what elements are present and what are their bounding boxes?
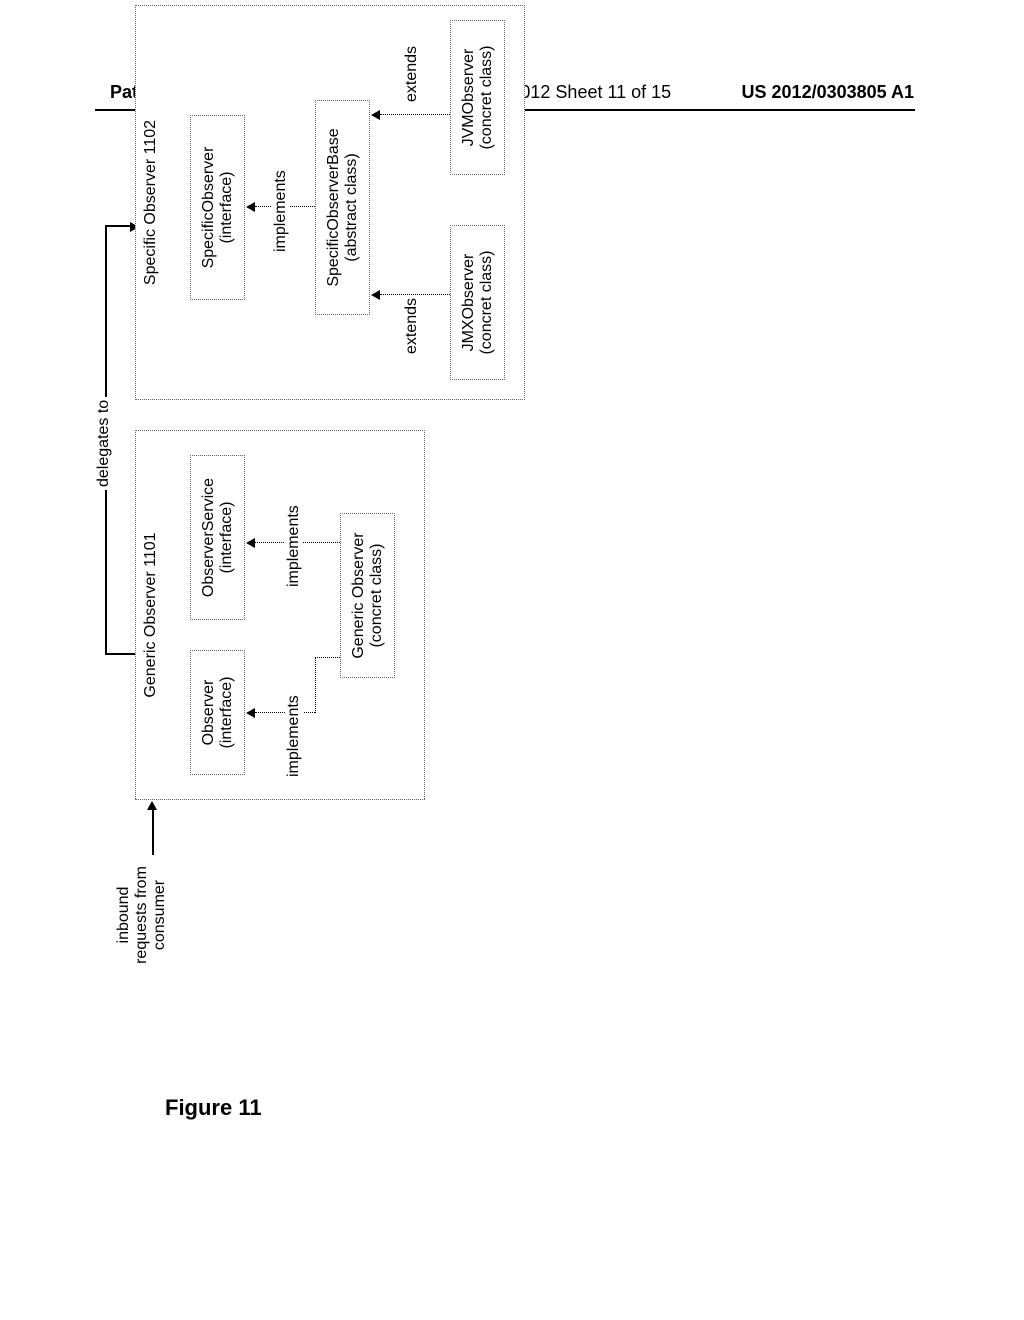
specific-observer-interface-box: SpecificObserver (interface) (190, 115, 245, 300)
arrow-observer-to-generic-v2 (315, 657, 340, 658)
arrow-observerservice-head (246, 538, 255, 548)
generic-group-title: Generic Observer 1101 (142, 532, 160, 697)
implements-label-3: implements (272, 167, 290, 255)
observer-sub: (interface) (218, 676, 236, 748)
delegates-line-up (105, 653, 135, 655)
inbound-arrow-line (152, 810, 154, 855)
jmx-observer-sub: (concret class) (478, 250, 496, 354)
observer-service-title: ObserverService (200, 478, 218, 597)
implements-label-2: implements (285, 502, 303, 590)
arrow-observer-head (246, 708, 255, 718)
delegates-label: delegates to (95, 397, 113, 490)
extends-label-1: extends (403, 295, 421, 357)
arrow-jvm-extends (380, 114, 450, 115)
implements-label-1: implements (285, 692, 303, 780)
jvm-observer-sub: (concret class) (478, 45, 496, 149)
generic-observer-sub: (concret class) (368, 543, 386, 647)
specific-group-title: Specific Observer 1102 (142, 120, 160, 285)
observer-service-interface-box: ObserverService (interface) (190, 455, 245, 620)
arrow-jvm-head (371, 110, 380, 120)
extends-label-2: extends (403, 43, 421, 105)
generic-observer-class-box: Generic Observer (concret class) (340, 513, 395, 678)
arrow-observer-to-generic-h (315, 658, 316, 713)
arrow-specif-head (246, 202, 255, 212)
specific-observer-if-sub: (interface) (218, 171, 236, 243)
observer-service-sub: (interface) (218, 501, 236, 573)
jvm-observer-title: JVMObserver (460, 49, 478, 147)
header-right: US 2012/0303805 A1 (742, 82, 914, 103)
specific-observer-base-title: SpecificObserverBase (325, 128, 343, 286)
specific-observer-base-sub: (abstract class) (343, 153, 361, 261)
arrow-jmx-head (371, 290, 380, 300)
generic-observer-title: Generic Observer (350, 532, 368, 658)
observer-title: Observer (200, 680, 218, 746)
specific-observer-base-box: SpecificObserverBase (abstract class) (315, 100, 370, 315)
observer-interface-box: Observer (interface) (190, 650, 245, 775)
specific-observer-if-title: SpecificObserver (200, 147, 218, 269)
figure-caption: Figure 11 (165, 1095, 262, 1121)
jmx-observer-title: JMXObserver (460, 254, 478, 352)
diagram: inbound requests from consumer Generic O… (100, 155, 950, 855)
inbound-label: inbound requests from consumer (115, 860, 169, 970)
jvm-observer-box: JVMObserver (concret class) (450, 20, 505, 175)
jmx-observer-box: JMXObserver (concret class) (450, 225, 505, 380)
inbound-arrow-head (147, 801, 157, 810)
